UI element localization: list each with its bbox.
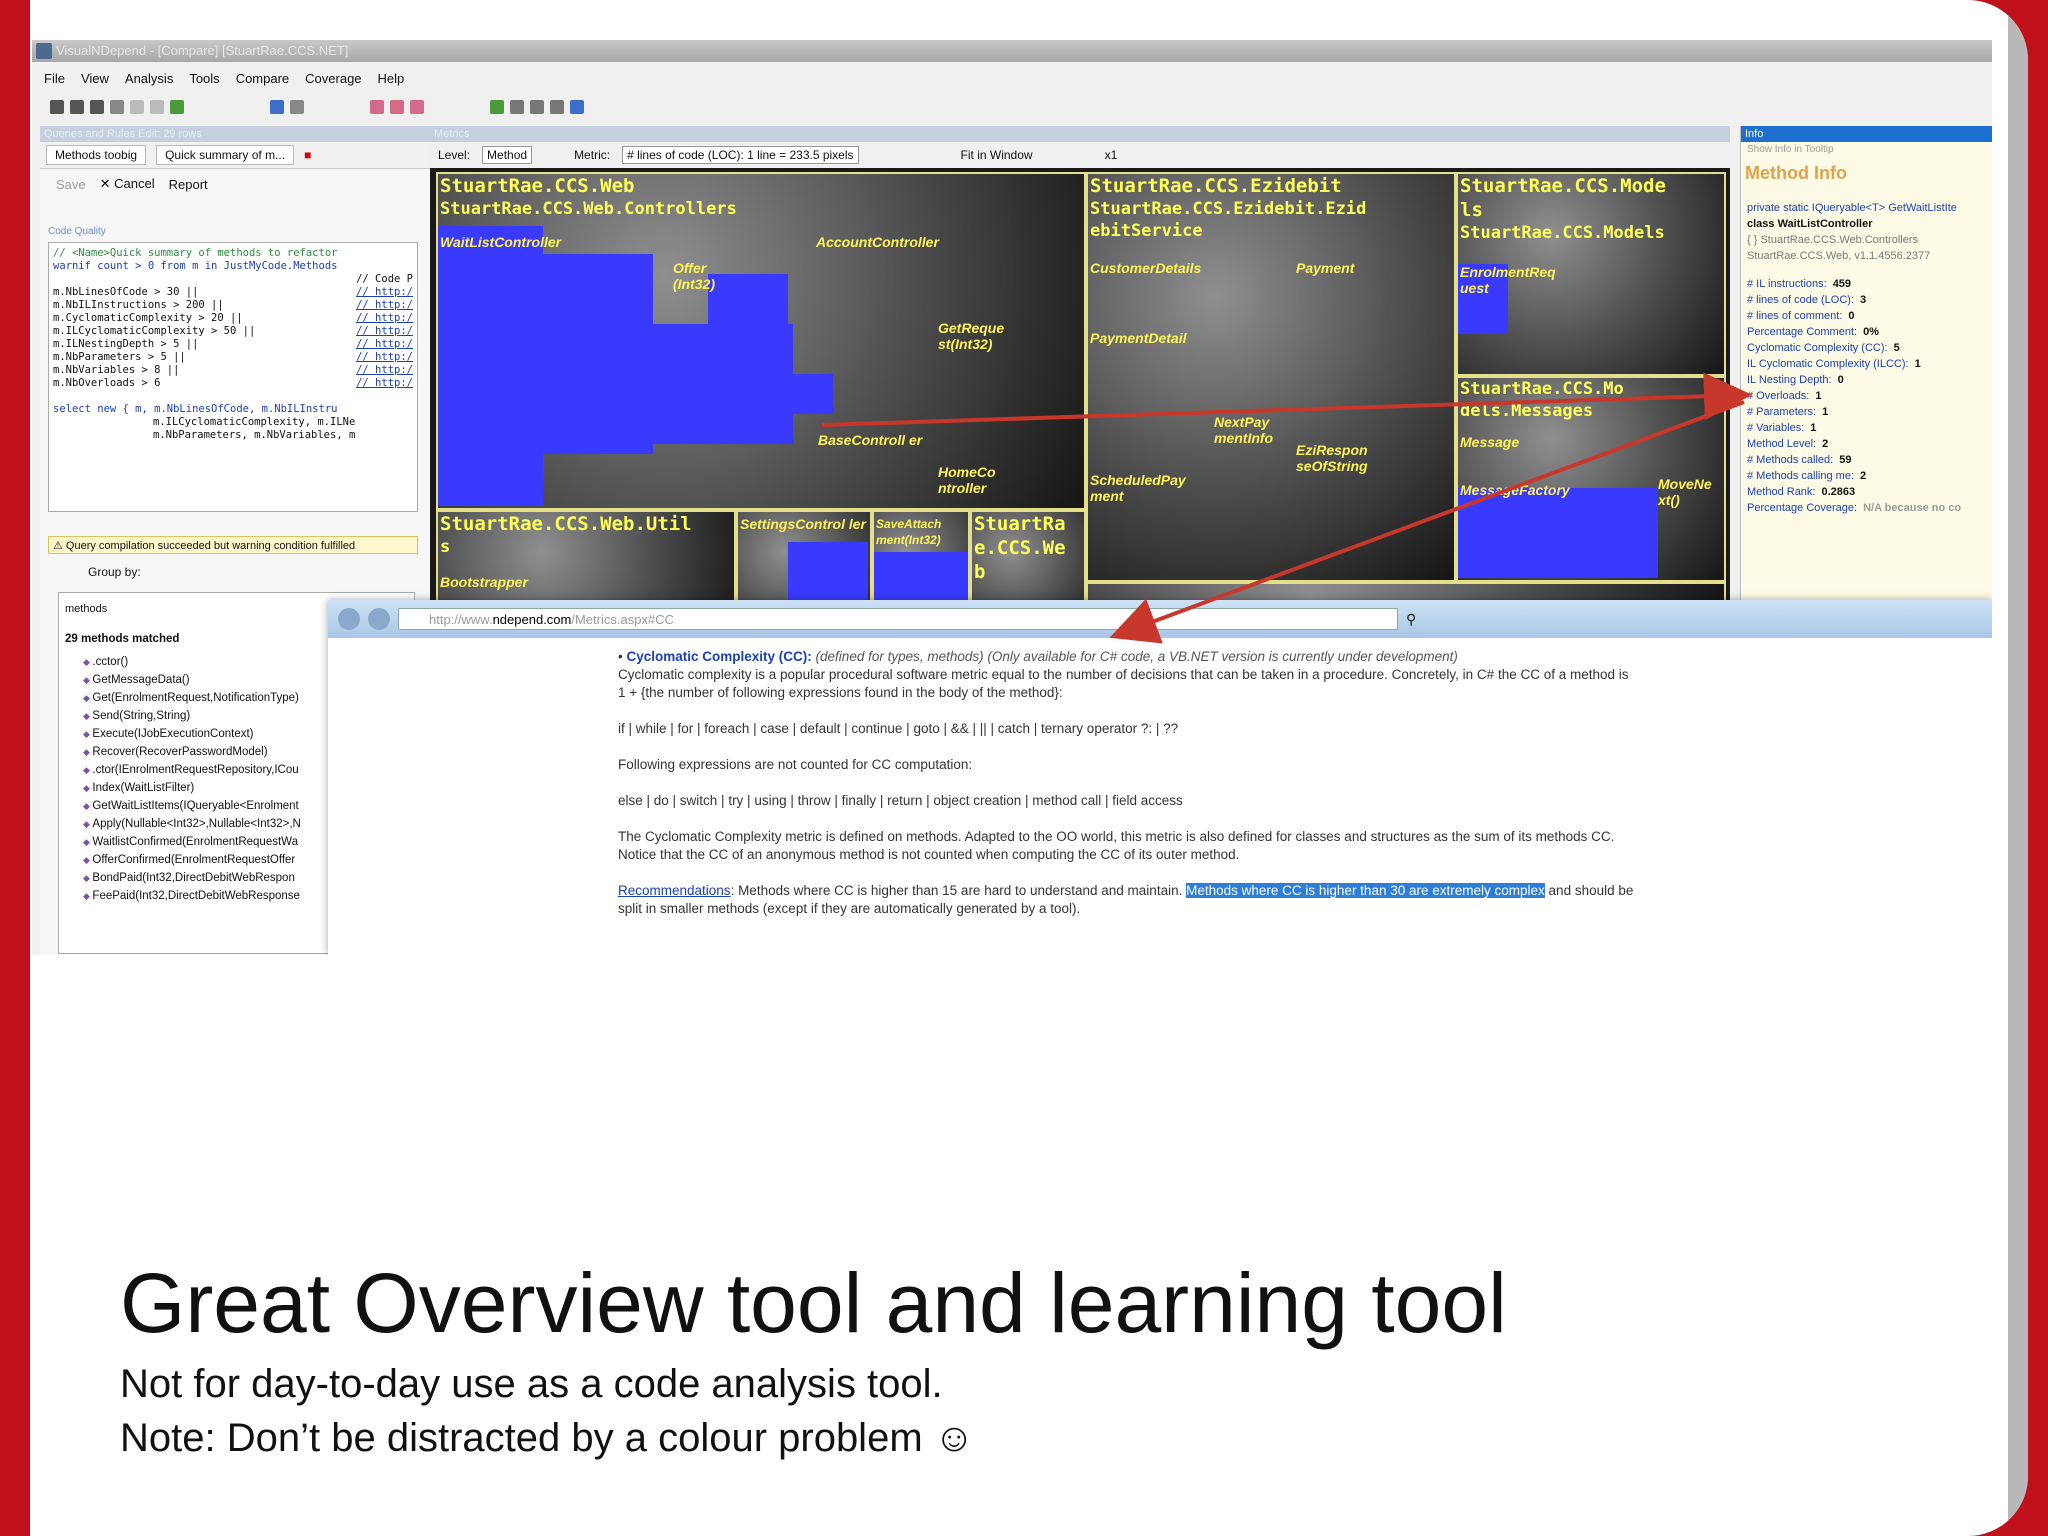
ndepend-screenshot: VisualNDepend - [Compare] [StuartRae.CCS… xyxy=(32,40,1992,955)
arrow-to-cc-doc xyxy=(1109,400,1745,644)
slide-line-1: Not for day-to-day use as a code analysi… xyxy=(120,1362,943,1406)
slide: VisualNDepend - [Compare] [StuartRae.CCS… xyxy=(30,0,2028,1536)
arrow-to-cc-metric xyxy=(821,372,1752,427)
slide-edge xyxy=(2008,0,2028,1536)
slide-line-2: Note: Don’t be distracted by a colour pr… xyxy=(120,1416,975,1460)
slide-title: Great Overview tool and learning tool xyxy=(120,1256,1507,1350)
annotation-arrows xyxy=(821,372,1752,644)
